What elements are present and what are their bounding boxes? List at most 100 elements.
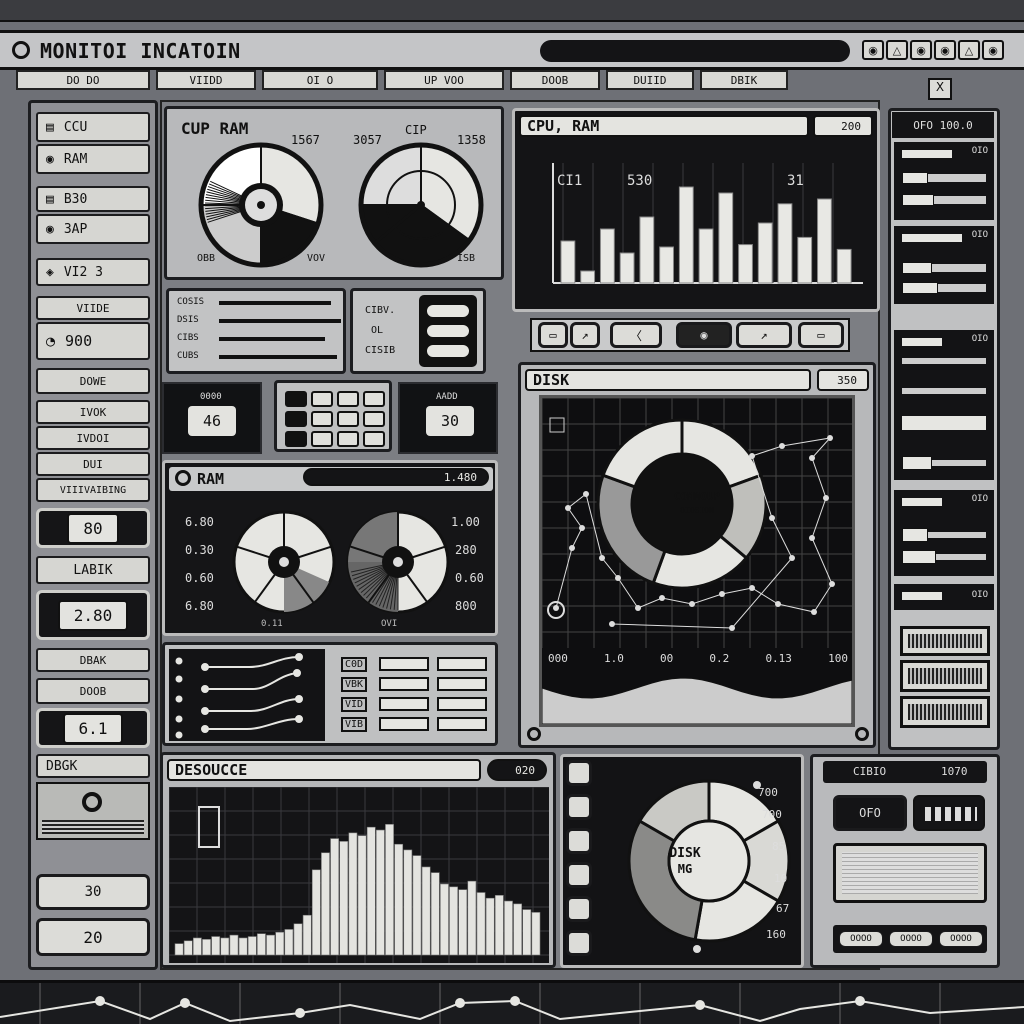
side-button-2[interactable] [566, 794, 592, 820]
menu-item-1[interactable]: DO DO [16, 70, 150, 90]
window-control-1[interactable]: ◉ [862, 40, 884, 60]
bottom-right-ofo-button[interactable]: OFO [833, 795, 907, 831]
bottom-right-tab-2[interactable]: OOOO [889, 931, 933, 947]
menu-item-2[interactable]: VIIDD [156, 70, 256, 90]
side-button-3[interactable] [566, 828, 592, 854]
network-node [775, 601, 781, 607]
menu-item-5[interactable]: DOOB [510, 70, 600, 90]
right-slider-3c[interactable] [902, 388, 986, 394]
sidebar-item-ivok[interactable]: IVOK [36, 400, 150, 424]
network-node [789, 555, 795, 561]
keypad-key[interactable] [363, 391, 385, 407]
io-field-1a[interactable] [379, 657, 429, 671]
sidebar-item-ccu[interactable]: ▤ CCU [36, 112, 150, 142]
io-field-2a[interactable] [379, 677, 429, 691]
menu-item-4[interactable]: UP VOO [384, 70, 504, 90]
io-field-2b[interactable] [437, 677, 487, 691]
toolbar-btn-4[interactable]: ◉ [676, 322, 732, 348]
window-control-5[interactable]: △ [958, 40, 980, 60]
sidebar-value-280[interactable]: 2.80 [36, 590, 150, 640]
window-control-2[interactable]: △ [886, 40, 908, 60]
keypad-key[interactable] [285, 391, 307, 407]
sidebar-item-3ap[interactable]: ◉ 3AP [36, 214, 150, 244]
io-field-3b[interactable] [437, 697, 487, 711]
right-meter-3 [900, 696, 990, 728]
resource-bar [467, 880, 477, 956]
keypad-key[interactable] [337, 431, 359, 447]
toolbar-btn-2[interactable]: ↗ [570, 322, 600, 348]
sidebar-value-30[interactable]: 30 [36, 874, 150, 910]
side-button-6[interactable] [566, 930, 592, 956]
gauge-left-label: 0000 [200, 392, 222, 402]
keypad-key[interactable] [311, 411, 333, 427]
right-slider-3d[interactable] [902, 416, 986, 430]
right-slider-4a[interactable] [902, 498, 942, 506]
io-graph [169, 649, 325, 741]
sidebar-item-b30[interactable]: ▤ B30 [36, 186, 150, 212]
sidebar-item-ivdoi[interactable]: IVDOI [36, 426, 150, 450]
sidebar-item-dui[interactable]: DUI [36, 452, 150, 476]
sidebar-item-ram[interactable]: ◉ RAM [36, 144, 150, 174]
sidebar-value-20[interactable]: 20 [36, 918, 150, 956]
side-button-1[interactable] [566, 760, 592, 786]
sidebar-item-viiivaibing[interactable]: VIIIVAIBING [36, 478, 150, 502]
sidebar-value-61[interactable]: 6.1 [36, 708, 150, 748]
address-bar[interactable] [540, 40, 850, 62]
io-field-3a[interactable] [379, 697, 429, 711]
right-slider-2a[interactable] [902, 234, 962, 242]
slider-3[interactable] [219, 337, 325, 341]
keypad-key[interactable] [285, 431, 307, 447]
bottom-right-header: CIBIO 1070 [823, 761, 987, 783]
disc-icon: ◉ [46, 221, 54, 237]
io-field-1b[interactable] [437, 657, 487, 671]
keypad-key[interactable] [363, 431, 385, 447]
bottom-right-toggle-box[interactable] [913, 795, 985, 831]
window-control-3[interactable]: ◉ [910, 40, 932, 60]
sidebar-item-900[interactable]: ◔ 900 [36, 322, 150, 360]
cpu-ram-chart-label: 530 [627, 173, 652, 189]
toolbar-btn-5[interactable]: ↗ [736, 322, 792, 348]
disk-x-label: 0.2 [709, 652, 730, 665]
gauge-left-value[interactable]: 46 [188, 406, 236, 436]
slider-1[interactable] [219, 301, 331, 305]
sidebar-item-viide[interactable]: VIIDE [36, 296, 150, 320]
io-field-4a[interactable] [379, 717, 429, 731]
io-field-4b[interactable] [437, 717, 487, 731]
right-slider-3b[interactable] [902, 358, 986, 364]
bottom-right-tab-3[interactable]: OOOO [939, 931, 983, 947]
window-control-4[interactable]: ◉ [934, 40, 956, 60]
menu-item-3[interactable]: OI O [262, 70, 378, 90]
menu-item-7[interactable]: DBIK [700, 70, 788, 90]
slider-2[interactable] [219, 319, 341, 323]
keypad-key[interactable] [311, 431, 333, 447]
keypad-key[interactable] [311, 391, 333, 407]
side-button-5[interactable] [566, 896, 592, 922]
sidebar-item-dowe[interactable]: DOWE [36, 368, 150, 394]
keypad-key[interactable] [363, 411, 385, 427]
toggle-3[interactable] [427, 345, 469, 357]
right-slider-3a[interactable] [902, 338, 942, 346]
keypad [274, 380, 392, 452]
cpu-ram-chart-panel: CPU, RAM 200 CI1 530 31 [512, 108, 880, 312]
right-slider-1a[interactable] [902, 150, 952, 158]
keypad-key[interactable] [285, 411, 307, 427]
side-button-4[interactable] [566, 862, 592, 888]
keypad-key[interactable] [337, 411, 359, 427]
window-control-6[interactable]: ◉ [982, 40, 1004, 60]
toolbar-btn-6[interactable]: ▭ [798, 322, 844, 348]
sidebar-value-80[interactable]: 80 [36, 508, 150, 548]
collapse-icon[interactable]: X [928, 78, 952, 100]
toolbar-btn-1[interactable]: ▭ [538, 322, 568, 348]
gauge-right-value[interactable]: 30 [426, 406, 474, 436]
sidebar-item-vi23[interactable]: ◈ VI2 3 [36, 258, 150, 286]
bottom-right-header-right: 1070 [941, 765, 968, 778]
right-slider-5a[interactable] [902, 592, 942, 600]
keypad-key[interactable] [337, 391, 359, 407]
toggle-1[interactable] [427, 305, 469, 317]
toolbar-btn-3[interactable]: 〈 [610, 322, 662, 348]
bottom-right-tab-1[interactable]: OOOO [839, 931, 883, 947]
right-slider-label-5: OIO [971, 590, 988, 600]
menu-item-6[interactable]: DUIID [606, 70, 694, 90]
slider-4[interactable] [219, 355, 337, 359]
toggle-2[interactable] [427, 325, 469, 337]
